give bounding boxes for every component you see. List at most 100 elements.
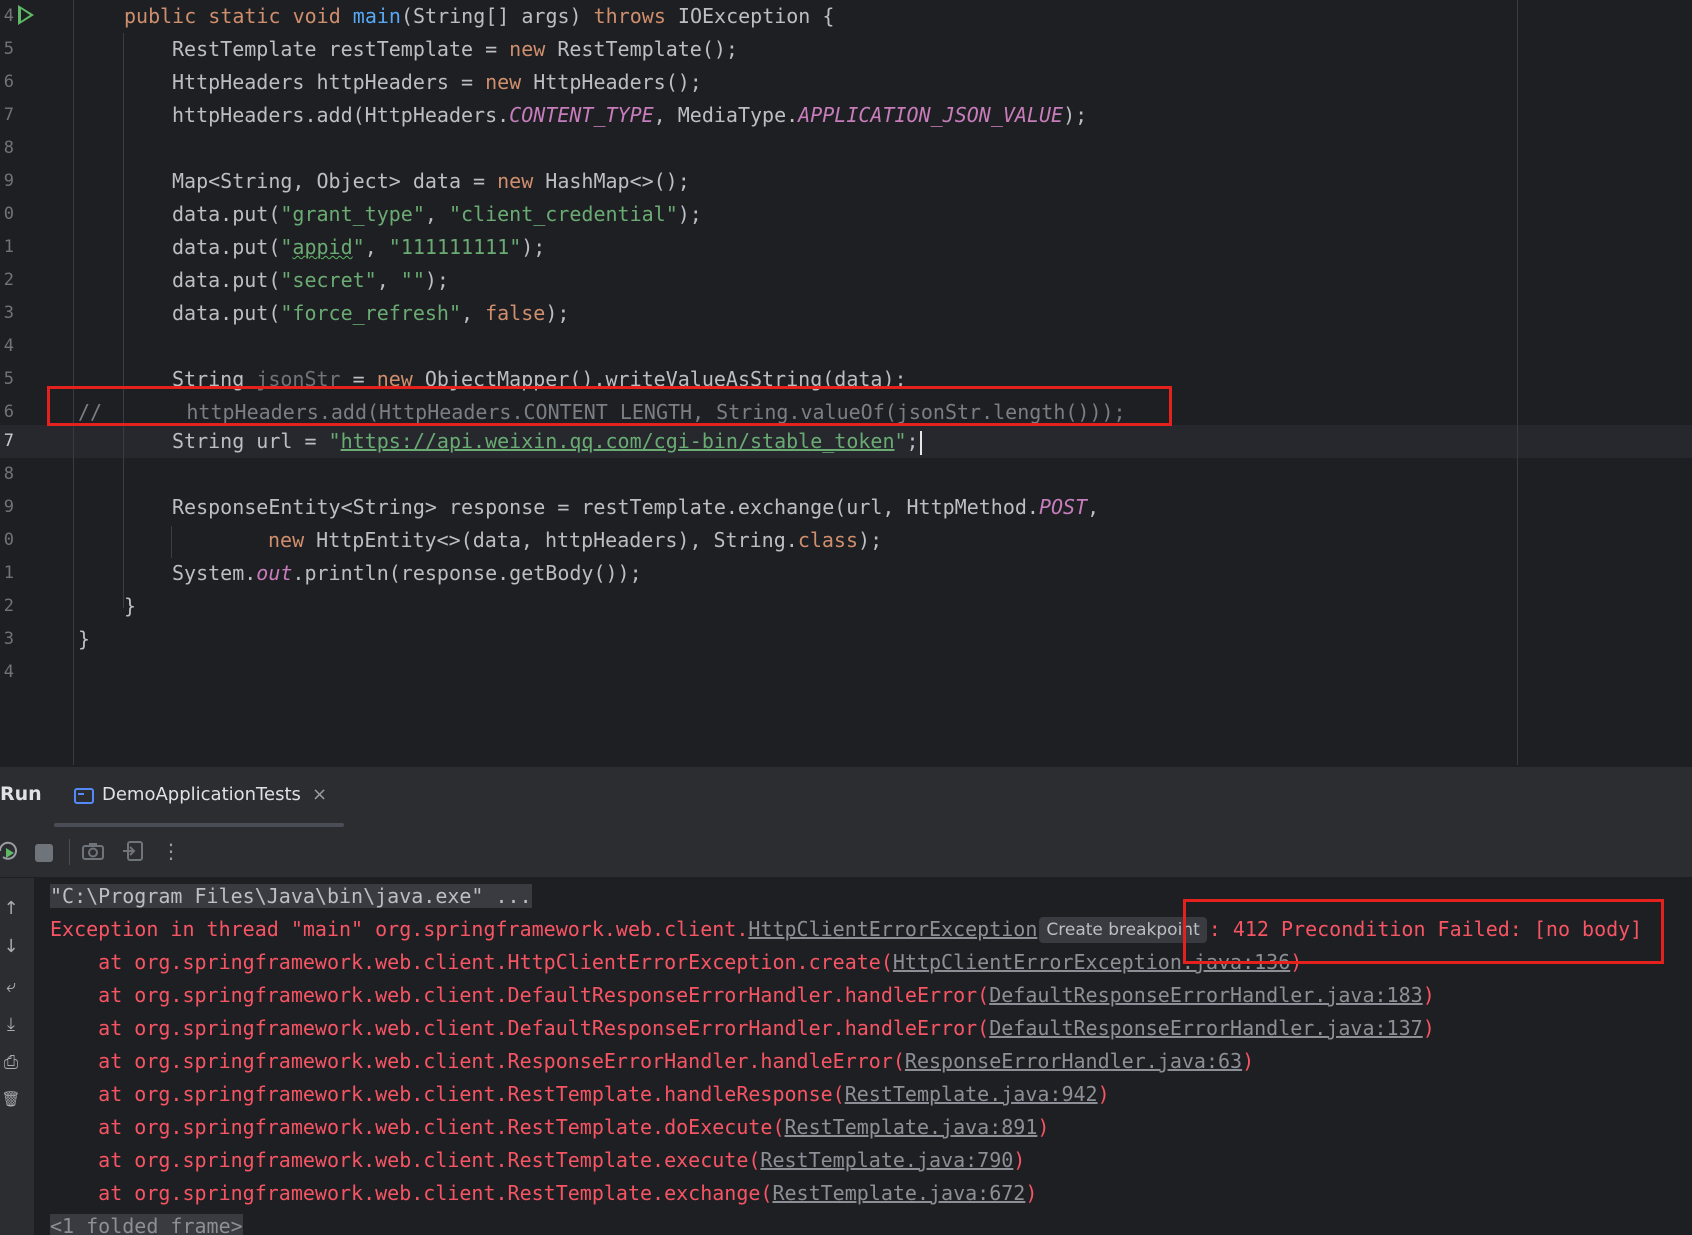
rerun-icon[interactable]	[0, 837, 22, 865]
code-line[interactable]: data.put("grant_type", "client_credentia…	[78, 198, 702, 231]
code-token: data.put(	[172, 268, 281, 292]
stack-frame-text: at org.springframework.web.client.Respon…	[50, 1049, 905, 1073]
line-number: 2	[3, 596, 14, 616]
camera-icon[interactable]	[79, 837, 107, 865]
code-token: ResponseEntity<String> response = restTe…	[172, 495, 1039, 519]
code-line[interactable]: Map<String, Object> data = new HashMap<>…	[78, 165, 690, 198]
source-link[interactable]: ResponseErrorHandler.java:63	[905, 1049, 1242, 1073]
code-token: }	[124, 594, 137, 618]
code-line[interactable]: public static void main(String[] args) t…	[78, 0, 834, 33]
code-token: IOException {	[665, 4, 835, 28]
code-line[interactable]: new HttpEntity<>(data, httpHeaders), Str…	[78, 524, 882, 557]
code-line[interactable]: RestTemplate restTemplate = new RestTemp…	[78, 33, 738, 66]
code-token: =	[340, 367, 377, 391]
stack-trace-line: at org.springframework.web.client.HttpCl…	[50, 946, 1302, 979]
code-line[interactable]: System.out.println(response.getBody());	[78, 557, 642, 590]
console-side-toolbar: ↑ ↓ ⤶ ⤓ ⎙ 🗑	[0, 878, 34, 1235]
code-token: Map<String, Object> data =	[172, 169, 498, 193]
code-token: String	[172, 367, 257, 391]
source-link[interactable]: DefaultResponseErrorHandler.java:183	[989, 983, 1422, 1007]
stack-trace-line: at org.springframework.web.client.RestTe…	[50, 1111, 1049, 1144]
code-line[interactable]: data.put("secret", "");	[78, 264, 449, 297]
code-token: "	[280, 235, 293, 259]
create-breakpoint-tooltip[interactable]: Create breakpoint	[1039, 917, 1207, 943]
print-icon[interactable]: ⎙	[0, 1052, 22, 1073]
exception-message: : 412 Precondition Failed: [no body]	[1208, 917, 1643, 941]
code-line[interactable]: data.put("force_refresh", false);	[78, 297, 569, 330]
code-token: "	[328, 429, 341, 453]
stack-frame-text: at org.springframework.web.client.RestTe…	[50, 1115, 785, 1139]
command-line-text[interactable]: "C:\Program Files\Java\bin\java.exe" ...	[50, 884, 532, 908]
run-gutter-icon[interactable]	[18, 5, 34, 25]
code-token: HashMap<>();	[533, 169, 690, 193]
run-toolbar: ⋮	[0, 827, 1692, 878]
right-margin-guide	[1517, 0, 1518, 765]
source-link[interactable]: RestTemplate.java:672	[772, 1181, 1025, 1205]
line-number: 0	[3, 204, 14, 224]
code-token: );	[545, 301, 570, 325]
source-link[interactable]: RestTemplate.java:790	[760, 1148, 1013, 1172]
code-token: ObjectMapper().writeValueAsString(data);	[412, 367, 907, 391]
code-token: POST	[1038, 495, 1088, 519]
code-token: main	[352, 4, 401, 28]
toolbar-separator	[69, 839, 70, 865]
code-line-current[interactable]: String url = "https://api.weixin.qq.com/…	[78, 425, 922, 458]
source-link[interactable]: HttpClientErrorException.java:136	[893, 950, 1290, 974]
trash-icon[interactable]: 🗑	[0, 1090, 22, 1108]
stack-frame-text: )	[1037, 1115, 1050, 1139]
folded-frames-toggle[interactable]: <1 folded frame>	[50, 1214, 243, 1235]
down-icon[interactable]: ↓	[0, 936, 22, 957]
code-line[interactable]: ResponseEntity<String> response = restTe…	[78, 491, 1099, 524]
code-token: (String[] args)	[400, 4, 594, 28]
line-number-current: 7	[3, 431, 14, 451]
source-link[interactable]: DefaultResponseErrorHandler.java:137	[989, 1016, 1422, 1040]
code-line[interactable]: }	[78, 590, 136, 623]
scroll-to-end-icon[interactable]: ⤓	[0, 1014, 22, 1035]
exit-icon[interactable]	[119, 837, 147, 865]
code-line[interactable]: String jsonStr = new ObjectMapper().writ…	[78, 363, 907, 396]
stack-frame-text: at org.springframework.web.client.RestTe…	[50, 1181, 773, 1205]
code-token: data.put(	[172, 301, 281, 325]
soft-wrap-icon[interactable]: ⤶	[0, 976, 22, 997]
code-token: );	[1063, 103, 1088, 127]
stack-frame-text: )	[1097, 1082, 1110, 1106]
run-panel-header: Run DemoApplicationTests ×	[0, 766, 1692, 827]
code-token: );	[858, 528, 883, 552]
up-icon[interactable]: ↑	[0, 898, 22, 919]
more-options-icon[interactable]: ⋮	[157, 837, 185, 865]
code-token: ;	[906, 429, 919, 453]
source-link[interactable]: RestTemplate.java:942	[845, 1082, 1098, 1106]
line-number: 1	[3, 563, 14, 583]
code-token: out	[256, 561, 293, 585]
code-token: ""	[400, 268, 425, 292]
stack-frame-text: at org.springframework.web.client.RestTe…	[50, 1148, 761, 1172]
code-line[interactable]: data.put("appid", "111111111");	[78, 231, 545, 264]
console-line: <1 folded frame>	[50, 1210, 243, 1235]
code-token: RestTemplate restTemplate =	[172, 37, 510, 61]
code-line[interactable]: HttpHeaders httpHeaders = new HttpHeader…	[78, 66, 702, 99]
url-link[interactable]: https://api.weixin.qq.com/cgi-bin/stable…	[341, 429, 895, 453]
code-editor[interactable]: 4 5 6 7 8 9 0 1 2 3 4 5 6 7 8 9 0 1 2 3 …	[0, 0, 1692, 765]
line-number: 5	[3, 39, 14, 59]
line-number: 6	[3, 72, 14, 92]
code-line[interactable]: }	[78, 623, 90, 656]
source-link[interactable]: RestTemplate.java:891	[785, 1115, 1038, 1139]
code-line[interactable]: httpHeaders.add(HttpHeaders.CONTENT_TYPE…	[78, 99, 1087, 132]
stop-icon[interactable]	[35, 844, 53, 862]
exception-class-link[interactable]: HttpClientErrorException	[748, 917, 1037, 941]
code-token: httpHeaders.add(HttpHeaders.	[172, 103, 510, 127]
code-token: data.put(	[172, 202, 281, 226]
code-token: appid	[292, 235, 353, 259]
stack-frame-text: )	[1422, 983, 1435, 1007]
code-token: new	[509, 37, 546, 61]
code-token: , MediaType.	[653, 103, 799, 127]
code-token: System.	[172, 561, 257, 585]
code-token: APPLICATION_JSON_VALUE	[798, 103, 1064, 127]
code-token: jsonStr	[256, 367, 341, 391]
line-number-gutter: 4 5 6 7 8 9 0 1 2 3 4 5 6 7 8 9 0 1 2 3 …	[0, 0, 74, 765]
gutter-divider	[73, 0, 74, 765]
tab-demo-application-tests[interactable]: DemoApplicationTests ×	[54, 767, 344, 827]
close-icon[interactable]: ×	[312, 784, 327, 805]
console-output[interactable]: "C:\Program Files\Java\bin\java.exe" ...…	[34, 878, 1692, 1235]
stack-trace-line: at org.springframework.web.client.RestTe…	[50, 1177, 1037, 1210]
